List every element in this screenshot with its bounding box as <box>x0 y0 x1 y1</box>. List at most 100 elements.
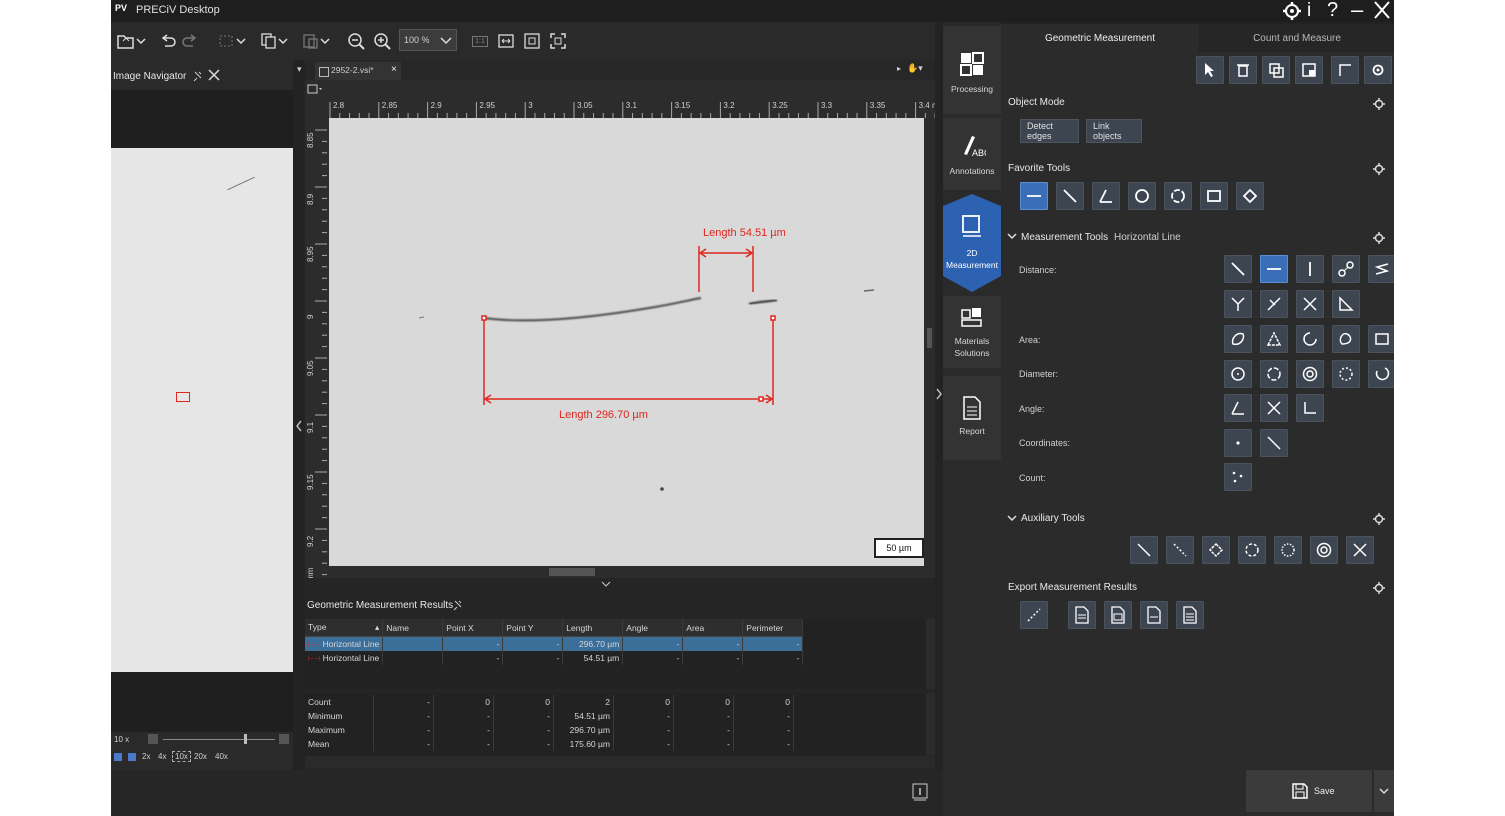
tab-count-and-measure[interactable]: Count and Measure <box>1200 24 1394 52</box>
export-to-image-icon[interactable] <box>1020 601 1048 629</box>
collapse-right-icon[interactable] <box>935 388 943 400</box>
slider-handle[interactable] <box>244 734 247 744</box>
dist-line-tool[interactable] <box>1224 255 1252 283</box>
nav-processing[interactable]: Processing <box>943 26 1001 114</box>
col-angle[interactable]: Angle <box>622 619 684 637</box>
mag-option-20x[interactable]: 20x <box>194 752 207 761</box>
dist-vertical-line-tool[interactable] <box>1296 255 1324 283</box>
dist-horizontal-line-tool[interactable] <box>1260 255 1288 283</box>
dist-circle-to-circle-tool[interactable] <box>1332 255 1360 283</box>
help-icon[interactable]: ? <box>1327 0 1338 22</box>
detect-edges-button[interactable]: Detect edges <box>1020 119 1079 143</box>
navigator-thumbnail[interactable] <box>111 148 293 672</box>
export-word-icon[interactable] <box>1104 601 1132 629</box>
copy-measurement-icon[interactable] <box>1262 56 1290 84</box>
aux-dashed-line-tool[interactable] <box>1166 536 1194 564</box>
aux-cross-tool[interactable] <box>1346 536 1374 564</box>
save-options-button[interactable] <box>1374 770 1394 812</box>
coord-point-tool[interactable] <box>1224 429 1252 457</box>
mag-option-2x[interactable]: 2x <box>142 752 150 761</box>
measurement-label-1[interactable]: Length 54.51 µm <box>703 227 786 239</box>
redo-icon[interactable] <box>179 30 201 52</box>
mag-option-40x[interactable]: 40x <box>215 752 228 761</box>
col-point-x[interactable]: Point X <box>442 619 504 637</box>
diam-ellipse-tool[interactable] <box>1332 360 1360 388</box>
camera-icon[interactable] <box>128 753 136 761</box>
magnification-slider[interactable] <box>163 739 275 740</box>
zoom-plus-button[interactable] <box>279 734 289 744</box>
pan-hand-icon[interactable]: ✋▾ <box>907 63 923 74</box>
nav-annotations[interactable]: ABC Annotations <box>943 118 1001 190</box>
zoom-in-icon[interactable] <box>371 30 393 52</box>
actual-size-icon[interactable]: 1:1 <box>469 30 491 52</box>
right-splitter[interactable] <box>935 22 943 770</box>
copy-icon[interactable] <box>257 30 279 52</box>
fav-polygon-tool[interactable] <box>1236 182 1264 210</box>
properties-icon[interactable] <box>911 782 929 802</box>
count-points-tool[interactable] <box>1224 463 1252 491</box>
link-objects-button[interactable]: Link objects <box>1086 119 1142 143</box>
mag-option-4x[interactable]: 4x <box>158 752 166 761</box>
chevron-down-icon[interactable] <box>1007 514 1017 522</box>
area-rectangle-tool[interactable] <box>1368 325 1394 353</box>
fav-horizontal-line-tool[interactable] <box>1020 182 1048 210</box>
aux-ring-tool[interactable] <box>1274 536 1302 564</box>
fav-rectangle-tool[interactable] <box>1200 182 1228 210</box>
results-hscrollbar[interactable] <box>305 756 935 768</box>
tab-scroll-icon[interactable]: ▸ <box>897 64 901 73</box>
tab-geometric-measurement[interactable]: Geometric Measurement <box>1001 24 1199 52</box>
collapse-left-icon[interactable] <box>295 420 303 432</box>
col-name[interactable]: Name <box>382 619 444 637</box>
chevron-down-icon[interactable] <box>235 30 247 52</box>
zoom-select[interactable]: 100 % <box>399 29 457 51</box>
close-icon[interactable] <box>1373 0 1391 20</box>
burn-in-icon[interactable] <box>1295 56 1323 84</box>
vertical-scrollbar[interactable] <box>924 118 935 566</box>
results-scrollbar[interactable] <box>926 619 935 689</box>
col-perimeter[interactable]: Perimeter <box>742 619 804 637</box>
aux-line-tool[interactable] <box>1130 536 1158 564</box>
diam-concentric-tool[interactable] <box>1296 360 1324 388</box>
chevron-down-icon[interactable] <box>1007 232 1017 240</box>
mag-option-10x[interactable]: 10x <box>172 751 191 762</box>
coord-line-tool[interactable] <box>1260 429 1288 457</box>
fav-ellipse-tool[interactable] <box>1164 182 1192 210</box>
aux-concentric-tool[interactable] <box>1310 536 1338 564</box>
gear-icon[interactable] <box>1373 582 1385 594</box>
fit-image-icon[interactable] <box>521 30 543 52</box>
dist-perpendicular-tool[interactable] <box>1224 290 1252 318</box>
gear-icon[interactable] <box>1373 232 1385 244</box>
pin-icon[interactable] <box>193 70 203 82</box>
scroll-thumb[interactable] <box>927 328 932 348</box>
area-freehand-tool[interactable] <box>1224 325 1252 353</box>
angle-four-point-tool[interactable] <box>1260 394 1288 422</box>
navigator-viewport-marker[interactable] <box>176 392 190 402</box>
area-polygon-tool[interactable] <box>1260 325 1288 353</box>
measurement-label-2[interactable]: Length 296.70 µm <box>559 409 648 421</box>
chevron-down-icon[interactable]: ▾ <box>297 64 302 75</box>
col-point-y[interactable]: Point Y <box>502 619 564 637</box>
col-area[interactable]: Area <box>682 619 744 637</box>
angle-right-tool[interactable] <box>1296 394 1324 422</box>
minimize-icon[interactable]: – <box>1351 0 1363 23</box>
undo-icon[interactable] <box>157 30 179 52</box>
col-length[interactable]: Length <box>562 619 624 637</box>
col-type[interactable]: Type ▴ <box>305 619 384 637</box>
image-canvas[interactable]: Length 54.51 µm Length 296.70 µm 50 µm <box>329 118 935 566</box>
nav-report[interactable]: Report <box>943 376 1001 460</box>
pin-icon[interactable] <box>453 599 463 611</box>
fav-circle-tool[interactable] <box>1128 182 1156 210</box>
gear-icon[interactable] <box>1373 98 1385 110</box>
stats-scrollbar[interactable] <box>926 693 935 755</box>
chevron-down-icon[interactable] <box>135 30 147 52</box>
aux-diamond-tool[interactable] <box>1202 536 1230 564</box>
close-panel-icon[interactable] <box>208 69 220 81</box>
panel-splitter[interactable] <box>293 60 305 770</box>
select-pointer-icon[interactable] <box>1196 56 1224 84</box>
diam-circle-tool[interactable] <box>1224 360 1252 388</box>
gear-icon[interactable] <box>1373 513 1385 525</box>
dist-point-to-line-tool[interactable] <box>1260 290 1288 318</box>
dist-cross-tool[interactable] <box>1296 290 1324 318</box>
angle-three-point-tool[interactable] <box>1224 394 1252 422</box>
delete-measurement-icon[interactable] <box>1229 56 1257 84</box>
